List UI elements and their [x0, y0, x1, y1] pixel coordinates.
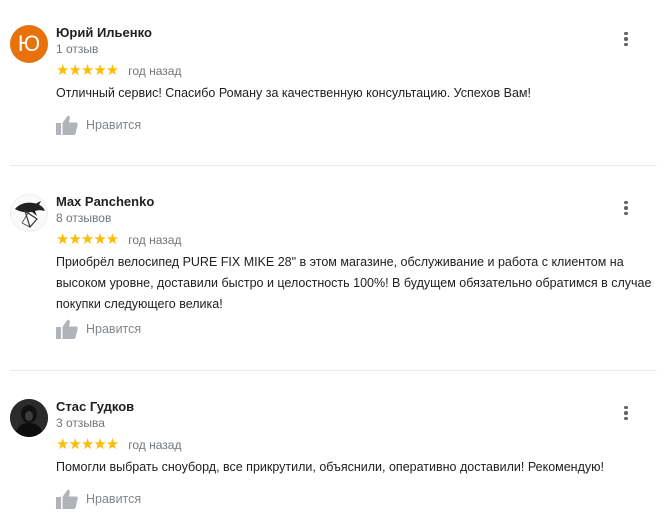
review-count: 8 отзывов — [56, 211, 112, 225]
reviewer-name[interactable]: Стас Гудков — [56, 399, 134, 414]
avatar[interactable] — [10, 194, 48, 232]
star-rating: ★★★★★ — [56, 436, 119, 453]
review-count: 3 отзыва — [56, 416, 105, 430]
more-options-icon[interactable] — [617, 30, 635, 48]
review-item: Ю Юрий Ильенко 1 отзыв ★★★★★ год назад О… — [0, 25, 667, 155]
review-date: год назад — [128, 438, 182, 452]
review-count: 1 отзыв — [56, 42, 99, 56]
rating-row: ★★★★★ год назад — [56, 63, 181, 79]
like-button[interactable]: Нравится — [56, 319, 141, 339]
more-options-icon[interactable] — [617, 404, 635, 422]
review-text: Отличный сервис! Спасибо Роману за качес… — [56, 86, 531, 100]
more-options-icon[interactable] — [617, 199, 635, 217]
rating-row: ★★★★★ год назад — [56, 437, 181, 453]
bird-logo-image — [15, 201, 45, 229]
like-label: Нравится — [86, 492, 142, 506]
rating-row: ★★★★★ год назад — [56, 232, 181, 248]
thumbs-up-icon — [56, 319, 78, 339]
like-label: Нравится — [86, 118, 142, 132]
star-rating: ★★★★★ — [56, 231, 119, 248]
reviewer-name[interactable]: Юрий Ильенко — [56, 25, 152, 40]
review-item: Стас Гудков 3 отзыва ★★★★★ год назад Пом… — [0, 399, 667, 524]
avatar[interactable] — [10, 399, 48, 437]
divider — [10, 165, 657, 166]
reviewer-name[interactable]: Max Panchenko — [56, 194, 154, 209]
like-button[interactable]: Нравится — [56, 115, 141, 135]
like-button[interactable]: Нравится — [56, 489, 141, 509]
review-text: Помогли выбрать сноуборд, все прикрутили… — [56, 460, 604, 474]
like-label: Нравится — [86, 322, 142, 336]
star-rating: ★★★★★ — [56, 62, 119, 79]
thumbs-up-icon — [56, 489, 78, 509]
review-text: Приобрёл велосипед PURE FIX MIKE 28" в э… — [56, 255, 652, 311]
divider — [10, 370, 657, 371]
avatar[interactable]: Ю — [10, 25, 48, 63]
thumbs-up-icon — [56, 115, 78, 135]
review-date: год назад — [128, 233, 182, 247]
review-item: Max Panchenko 8 отзывов ★★★★★ год назад … — [0, 194, 667, 354]
review-date: год назад — [128, 64, 182, 78]
person-photo-image — [10, 399, 48, 437]
avatar-letter: Ю — [17, 31, 41, 56]
